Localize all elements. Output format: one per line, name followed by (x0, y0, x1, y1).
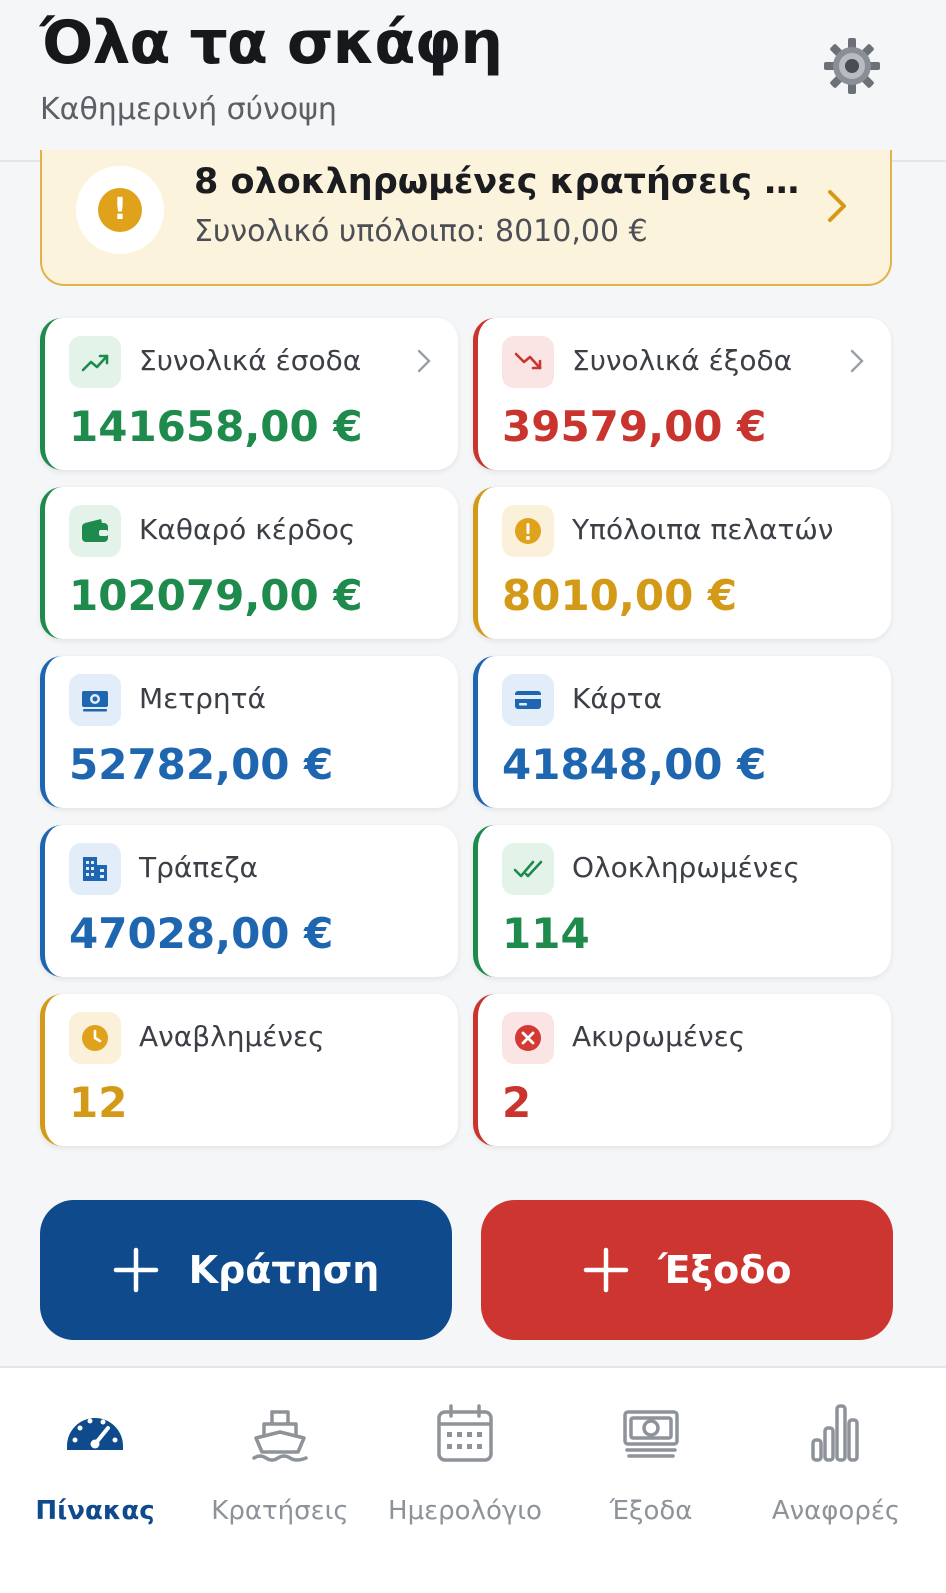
nav-label: Κρατήσεις (211, 1496, 349, 1526)
wallet-icon (69, 505, 121, 557)
nav-item-bookings[interactable]: Κρατήσεις (185, 1396, 375, 1526)
card-label: Συνολικά έξοδα (572, 344, 793, 377)
calendar-icon (433, 1402, 497, 1466)
chevron-right-icon (416, 348, 432, 374)
plus-icon (113, 1247, 158, 1293)
trending-up-icon (69, 336, 121, 388)
nav-label: Αναφορές (771, 1496, 901, 1526)
page-subtitle: Καθημερινή σύνοψη (40, 92, 337, 127)
card-total-income[interactable]: Συνολικά έσοδα 141658,00 € (40, 318, 458, 470)
card-label: Καθαρό κέρδος (139, 513, 356, 546)
card-label: Ολοκληρωμένες (572, 851, 800, 884)
card-net-profit[interactable]: Καθαρό κέρδος 102079,00 € (40, 487, 458, 639)
plus-icon (583, 1247, 628, 1293)
new-expense-button-content: Έξοδο (481, 1200, 893, 1340)
trending-down-icon (502, 336, 554, 388)
alert-subtitle: Συνολικό υπόλοιπο: 8010,00 € (194, 214, 648, 249)
card-cancelled[interactable]: Ακυρωμένες 2 (473, 994, 891, 1146)
nav-label: Έξοδα (609, 1496, 693, 1526)
card-value: 2 (502, 1078, 532, 1127)
chevron-right-icon (849, 348, 865, 374)
balance-alert-banner[interactable]: ! 8 ολοκληρωμένες κρατήσεις χω... Συνολι… (40, 150, 892, 286)
alert-icon-container: ! (76, 166, 164, 254)
app: Όλα τα σκάφη Καθημερινή σύνοψη ! 8 ολοκλ… (0, 0, 946, 1593)
bank-building-icon (69, 843, 121, 895)
card-cash[interactable]: Μετρητά 52782,00 € (40, 656, 458, 808)
double-check-icon (502, 843, 554, 895)
nav-item-dashboard[interactable]: Πίνακας (0, 1396, 190, 1526)
card-completed[interactable]: Ολοκληρωμένες 114 (473, 825, 891, 977)
warning-icon: ! (98, 188, 142, 232)
alert-circle-icon (502, 505, 554, 557)
new-booking-label: Κράτηση (188, 1248, 380, 1292)
card-value: 41848,00 € (502, 740, 767, 789)
cash-icon (69, 674, 121, 726)
card-value: 102079,00 € (69, 571, 363, 620)
card-value: 8010,00 € (502, 571, 738, 620)
nav-item-calendar[interactable]: Ημερολόγιο (370, 1396, 560, 1526)
dashboard-gauge-icon (63, 1402, 127, 1466)
card-label: Υπόλοιπα πελατών (572, 513, 834, 546)
card-value: 141658,00 € (69, 402, 363, 451)
card-label: Ακυρωμένες (572, 1020, 746, 1053)
card-value: 12 (69, 1078, 128, 1127)
bottom-navigation: Πίνακας Κρατήσεις Ημερολόγιο Έξοδα Αναφο… (0, 1366, 946, 1593)
card-label: Τράπεζα (139, 851, 259, 884)
card-customer-balances[interactable]: Υπόλοιπα πελατών 8010,00 € (473, 487, 891, 639)
nav-item-reports[interactable]: Αναφορές (741, 1396, 931, 1526)
card-postponed[interactable]: Αναβλημένες 12 (40, 994, 458, 1146)
card-value: 47028,00 € (69, 909, 334, 958)
new-booking-button[interactable]: Κράτηση (40, 1200, 452, 1340)
nav-label: Ημερολόγιο (388, 1496, 542, 1526)
card-bank[interactable]: Τράπεζα 47028,00 € (40, 825, 458, 977)
card-total-expenses[interactable]: Συνολικά έξοδα 39579,00 € (473, 318, 891, 470)
card-value: 114 (502, 909, 590, 958)
card-label: Συνολικά έσοδα (139, 344, 362, 377)
boat-icon (248, 1402, 312, 1466)
bar-chart-icon (804, 1402, 868, 1466)
card-label: Αναβλημένες (139, 1020, 325, 1053)
clock-icon (69, 1012, 121, 1064)
new-booking-button-content: Κράτηση (40, 1200, 452, 1340)
credit-card-icon (502, 674, 554, 726)
nav-label: Πίνακας (35, 1496, 155, 1526)
nav-item-expenses[interactable]: Έξοδα (556, 1396, 746, 1526)
cash-icon (619, 1402, 683, 1466)
card-value: 39579,00 € (502, 402, 767, 451)
new-expense-label: Έξοδο (658, 1248, 792, 1292)
chevron-right-icon (822, 186, 852, 226)
cancel-icon (502, 1012, 554, 1064)
card-label: Μετρητά (139, 682, 266, 715)
card-card-payments[interactable]: Κάρτα 41848,00 € (473, 656, 891, 808)
header: Όλα τα σκάφη Καθημερινή σύνοψη (0, 0, 946, 162)
new-expense-button[interactable]: Έξοδο (481, 1200, 893, 1340)
gear-icon[interactable] (822, 36, 882, 96)
page-title: Όλα τα σκάφη (40, 8, 503, 78)
alert-title: 8 ολοκληρωμένες κρατήσεις χω... (194, 162, 814, 202)
card-label: Κάρτα (572, 682, 662, 715)
card-value: 52782,00 € (69, 740, 334, 789)
